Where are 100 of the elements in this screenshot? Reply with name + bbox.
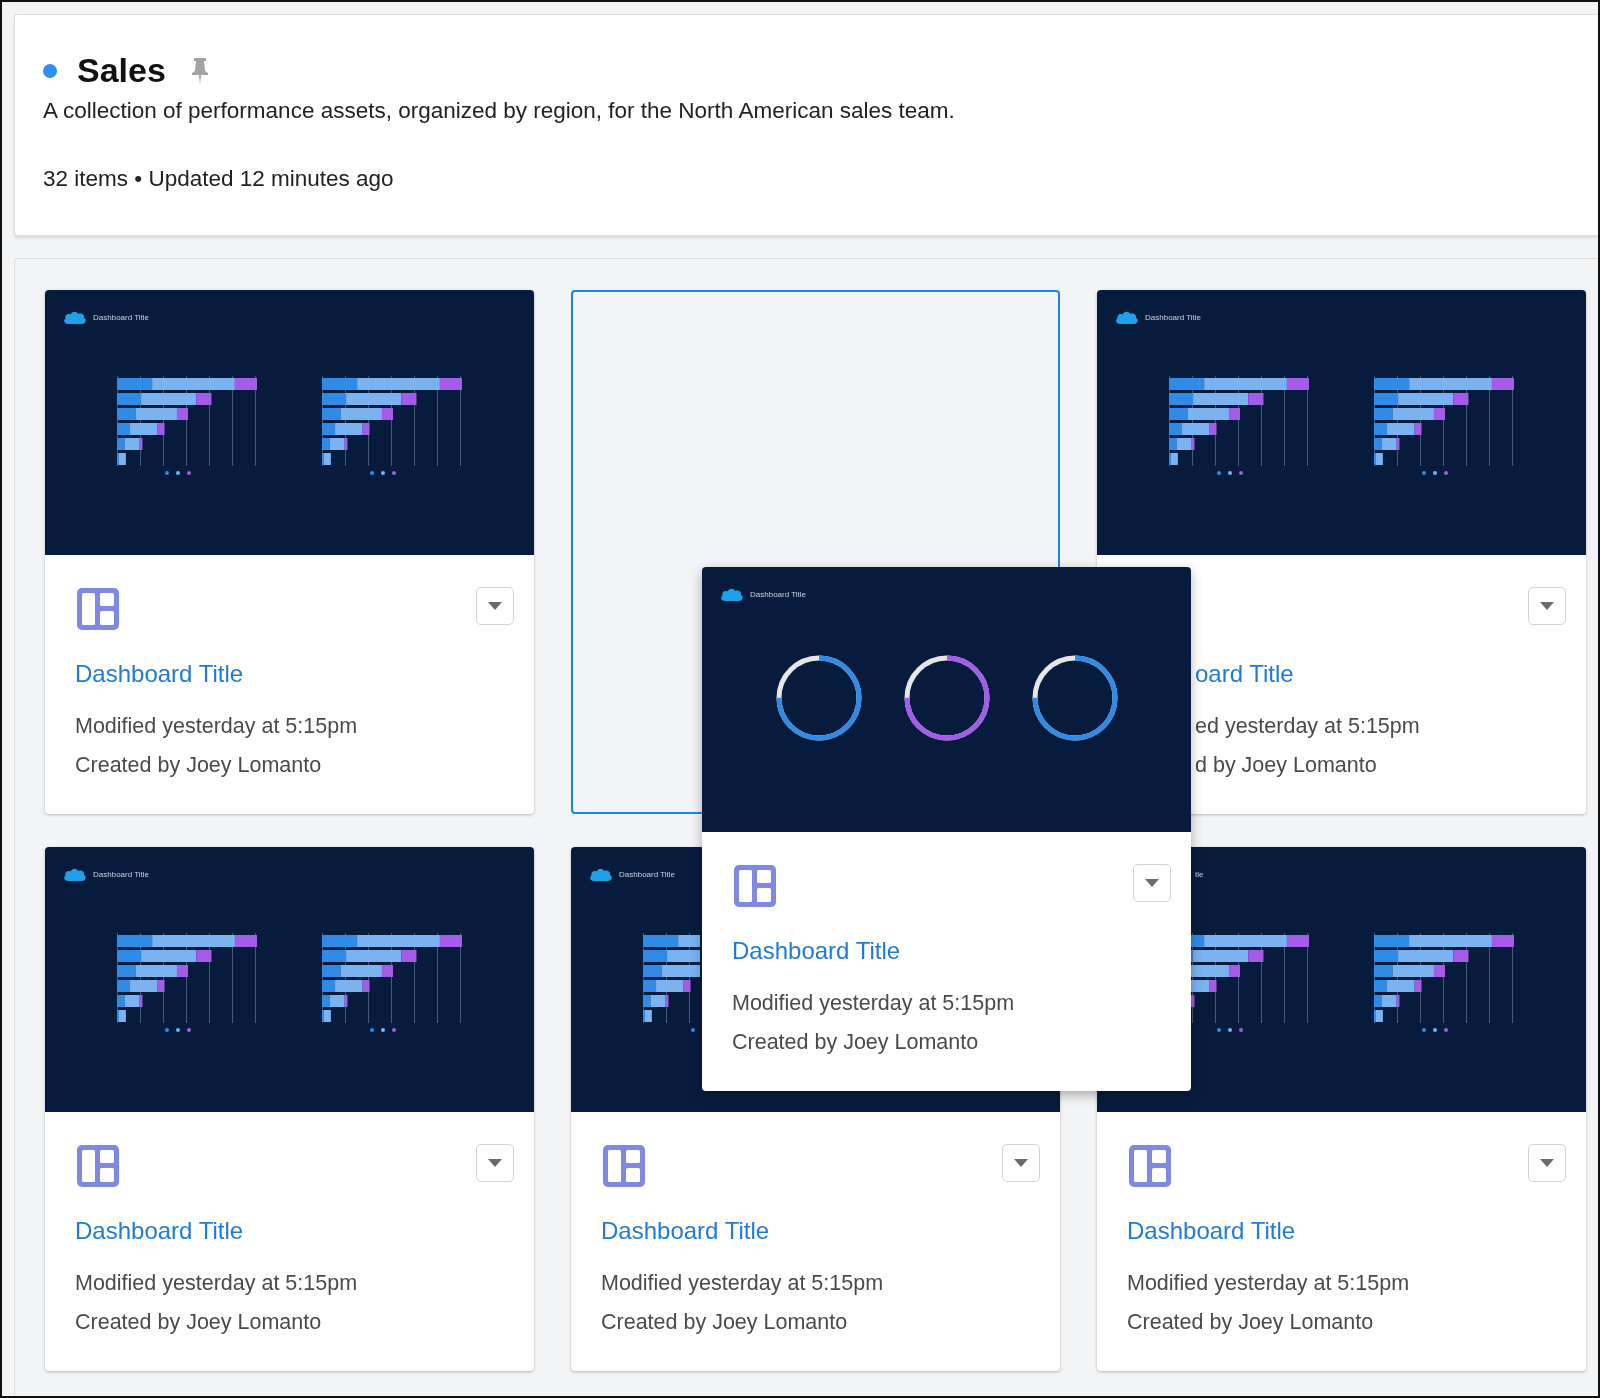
dashboard-card[interactable]: Dashboard Title Dashboard Title Modified yesterday at 5:15pm Created by Joey Lomanto (45, 290, 534, 814)
dropdown-button[interactable] (476, 587, 514, 625)
chart-legend-icon (1422, 1027, 1448, 1032)
stacked-bar (322, 422, 370, 435)
stacked-bar (1374, 964, 1445, 977)
dragged-card-overlay[interactable]: Dashboard Title Dashboard Title Modified yesterday at 5:15pm Created by Joey Lomanto (702, 567, 1191, 1091)
created-by-text: Created by Joey Lomanto (601, 1310, 848, 1335)
thumbnail-title: Dashboard Title (619, 869, 676, 879)
chart-legend-icon (370, 1027, 396, 1032)
cloud-icon (720, 586, 744, 602)
stacked-bar (1374, 407, 1445, 420)
dashboard-title-link[interactable]: Dashboard Title (601, 1217, 770, 1245)
dashboard-card[interactable]: Dashboard Title Dashboard Title Modified yesterday at 5:15pm Created by Joey Lomanto (45, 847, 534, 1371)
stacked-bar (322, 979, 370, 992)
stacked-bar (117, 407, 188, 420)
stacked-bar (117, 437, 143, 450)
modified-text: Modified yesterday at 5:15pm (601, 1271, 884, 1296)
stacked-bar (322, 1009, 331, 1022)
created-by-text: Created by Joey Lomanto (732, 1030, 979, 1055)
stacked-bar (1374, 994, 1400, 1007)
thumbnail-title: Dashboard Title (93, 312, 150, 322)
stacked-bar (643, 1009, 652, 1022)
stacked-bar (1374, 979, 1422, 992)
dashboard-title-link[interactable]: Dashboard Title (75, 660, 244, 688)
dashboard-icon (1127, 1143, 1173, 1189)
stacked-bar (1374, 1009, 1383, 1022)
stacked-bar (117, 452, 126, 465)
chart-legend-icon (1422, 470, 1448, 475)
stacked-bar (117, 964, 188, 977)
chart-legend-icon (165, 470, 191, 475)
caret-icon (487, 1158, 503, 1168)
stacked-bar (1169, 422, 1217, 435)
dashboard-icon (75, 1143, 121, 1189)
stacked-bar (322, 407, 393, 420)
dashboard-title-link[interactable]: oard Title (1195, 660, 1294, 688)
stacked-bar (1169, 452, 1178, 465)
cloud-icon (63, 309, 87, 325)
dropdown-button[interactable] (1528, 587, 1566, 625)
chart-legend-icon (370, 470, 396, 475)
stacked-bar (322, 437, 348, 450)
dashboard-card[interactable]: tle Dashboard Title Modified yesterday at 5:15pm Created by Joey Lomanto (1097, 847, 1586, 1371)
dashboard-icon (75, 586, 121, 632)
stacked-bar (643, 994, 669, 1007)
stacked-bar (1374, 437, 1400, 450)
stacked-bar (643, 934, 700, 947)
thumbnail-title: Dashboard Title (750, 589, 807, 599)
stacked-bar (117, 994, 143, 1007)
stacked-bar (1191, 979, 1217, 992)
legend-dot-icon (691, 1027, 695, 1032)
modified-text: Modified yesterday at 5:15pm (75, 714, 358, 739)
cloud-icon (63, 866, 87, 882)
stacked-bar (1169, 407, 1240, 420)
dashboard-card[interactable]: Dashboard Title oard Title ed yesterday at 5:15pm d by Joey Lomanto (1097, 290, 1586, 814)
dropdown-button[interactable] (476, 1144, 514, 1182)
caret-icon (1539, 1158, 1555, 1168)
item-count-text: 32 items • Updated 12 minutes ago (43, 166, 395, 192)
dashboard-icon (732, 863, 778, 909)
stacked-bar (117, 979, 165, 992)
created-by-text: d by Joey Lomanto (1195, 753, 1377, 778)
status-dot-icon (43, 63, 57, 78)
modified-text: ed yesterday at 5:15pm (1195, 714, 1420, 739)
stacked-bar (643, 949, 700, 962)
created-by-text: Created by Joey Lomanto (1127, 1310, 1374, 1335)
modified-text: Modified yesterday at 5:15pm (1127, 1271, 1410, 1296)
created-by-text: Created by Joey Lomanto (75, 1310, 322, 1335)
dropdown-button[interactable] (1002, 1144, 1040, 1182)
thumbnail-title: Dashboard Title (93, 869, 150, 879)
caret-icon (1144, 878, 1160, 888)
stacked-bar (322, 964, 393, 977)
dashboard-title-link[interactable]: Dashboard Title (732, 937, 901, 965)
stacked-bar (322, 452, 331, 465)
created-by-text: Created by Joey Lomanto (75, 753, 322, 778)
modified-text: Modified yesterday at 5:15pm (75, 1271, 358, 1296)
caret-icon (1539, 601, 1555, 611)
stacked-bar (1169, 437, 1195, 450)
stacked-bar (643, 979, 691, 992)
description-text: A collection of performance assets, organized by region, for the North American sales team. (43, 98, 956, 124)
stacked-bar (1374, 452, 1383, 465)
chart-legend-icon (1217, 470, 1243, 475)
stacked-bar (1191, 964, 1240, 977)
stacked-bar (117, 1009, 126, 1022)
caret-icon (1013, 1158, 1029, 1168)
chart-legend-icon (1217, 1027, 1243, 1032)
dashboard-icon (601, 1143, 647, 1189)
modified-text: Modified yesterday at 5:15pm (732, 991, 1015, 1016)
dashboard-title-link[interactable]: Dashboard Title (1127, 1217, 1296, 1245)
cloud-icon (589, 866, 613, 882)
thumbnail-title: Dashboard Title (1145, 312, 1202, 322)
page-title: Sales (77, 51, 166, 90)
caret-icon (487, 601, 503, 611)
stacked-bar (117, 422, 165, 435)
chart-legend-icon (165, 1027, 191, 1032)
dashboard-title-link[interactable]: Dashboard Title (75, 1217, 244, 1245)
dropdown-button[interactable] (1528, 1144, 1566, 1182)
dropdown-button[interactable] (1133, 864, 1171, 902)
stacked-bar (322, 994, 348, 1007)
stacked-bar (1191, 994, 1195, 1007)
stacked-bar (643, 964, 700, 977)
stacked-bar (1374, 422, 1422, 435)
thumbnail-title: tle (1195, 869, 1204, 879)
